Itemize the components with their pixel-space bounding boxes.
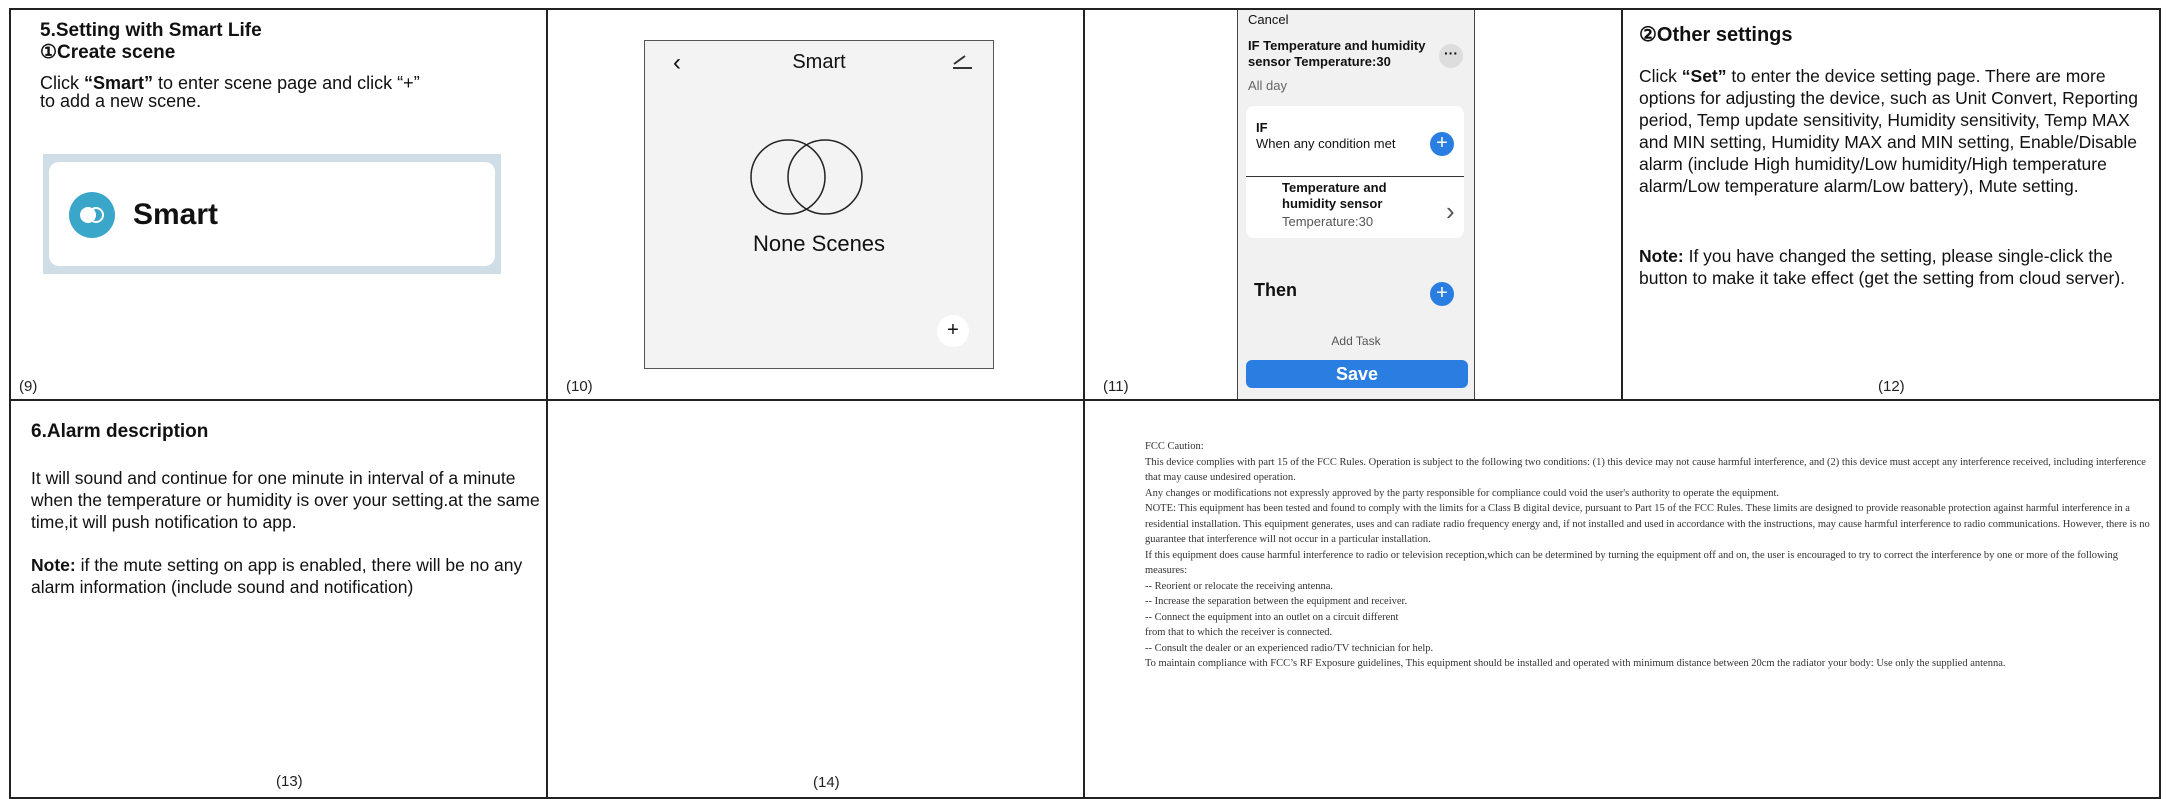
page-number: (13)	[276, 773, 303, 790]
fcc-line: To maintain compliance with FCC’s RF Exp…	[1145, 658, 2006, 669]
fcc-line: -- Connect the equipment into an outlet …	[1145, 611, 1399, 623]
page-number: (10)	[566, 378, 593, 395]
panel-smart-scenes: ‹ Smart None Scenes + (10)	[546, 8, 1085, 401]
fcc-line: from that to which the receiver is conne…	[1145, 627, 1333, 638]
page-number: (12)	[1878, 378, 1905, 395]
add-scene-button[interactable]: +	[937, 315, 969, 347]
page-number: (9)	[19, 378, 38, 395]
add-condition-button[interactable]: +	[1430, 132, 1454, 156]
add-action-button[interactable]: +	[1430, 282, 1454, 306]
panel-scene-editor: Cancel IF Temperature and humidity senso…	[1083, 8, 1623, 401]
smart-tab-button[interactable]: Smart	[49, 162, 495, 266]
instruction-post: to enter scene page and click “+”	[153, 73, 420, 93]
fcc-statement: FCC Caution: This device complies with pa…	[1145, 439, 2150, 672]
panel-alarm-description: 6.Alarm description It will sound and co…	[9, 399, 548, 799]
more-icon[interactable]: ···	[1439, 44, 1463, 68]
settings-bold: “Set”	[1681, 66, 1727, 86]
heading-setting-smart-life: 5.Setting with Smart Life	[40, 20, 262, 41]
instruction-pre: Click	[40, 73, 84, 93]
section-heading: 5.Setting with Smart Life ①Create scene	[40, 20, 262, 64]
fcc-line: -- Increase the separation between the e…	[1145, 596, 1408, 607]
then-label: Then	[1254, 280, 1297, 300]
add-task-hint[interactable]: Add Task	[1238, 334, 1474, 348]
chevron-right-icon[interactable]: ›	[1446, 196, 1455, 227]
fcc-line: -- Consult the dealer or an experienced …	[1145, 642, 1434, 654]
alarm-text: It will sound and continue for one minut…	[31, 468, 540, 532]
note-label: Note:	[1639, 246, 1684, 266]
edit-icon[interactable]	[951, 53, 973, 69]
fcc-line: FCC Caution:	[1145, 441, 1204, 452]
smart-screen: ‹ Smart None Scenes +	[644, 40, 994, 369]
manual-page-grid: 5.Setting with Smart Life ①Create scene …	[9, 8, 2161, 799]
scene-title: IF Temperature and humidity sensor Tempe…	[1248, 38, 1426, 69]
panel-fcc-caution: FCC Caution: This device complies with pa…	[1083, 399, 2161, 799]
smart-tab-label: Smart	[133, 198, 219, 231]
screen-title: Smart	[792, 51, 846, 73]
condition-device-name[interactable]: Temperature and humidity sensor	[1282, 180, 1442, 212]
save-button[interactable]: Save	[1246, 360, 1468, 388]
effective-period[interactable]: All day	[1248, 78, 1287, 93]
instruction-bold: “Smart”	[84, 73, 154, 93]
cancel-button[interactable]: Cancel	[1248, 12, 1288, 27]
fcc-line: NOTE: This equipment has been tested and…	[1145, 503, 2150, 545]
section-heading: ②Other settings	[1639, 24, 1793, 46]
condition-value: Temperature:30	[1282, 214, 1374, 229]
note-text: If you have changed the setting, please …	[1639, 246, 2126, 288]
heading-create-scene: ①Create scene	[40, 42, 176, 63]
condition-mode[interactable]: When any condition met	[1256, 136, 1395, 151]
settings-pre: Click	[1639, 66, 1682, 86]
note-label: Note:	[31, 555, 76, 575]
page-number: (11)	[1103, 378, 1129, 395]
panel-create-scene: 5.Setting with Smart Life ①Create scene …	[9, 8, 548, 401]
fcc-line: This device complies with part 15 of the…	[1145, 456, 2146, 484]
settings-note: Note: If you have changed the setting, p…	[1639, 245, 2151, 289]
empty-state-text: None Scenes	[752, 231, 886, 256]
fcc-line: Any changes or modifications not express…	[1145, 487, 1780, 499]
fcc-line: If this equipment does cause harmful int…	[1145, 549, 2119, 577]
scenes-empty-icon	[750, 139, 863, 215]
instruction-line2: to add a new scene.	[40, 91, 202, 111]
fcc-line: -- Reorient or relocate the receiving an…	[1145, 580, 1334, 592]
note-text: if the mute setting on app is enabled, t…	[31, 555, 523, 597]
page-number: (14)	[813, 774, 840, 791]
alarm-note: Note: if the mute setting on app is enab…	[31, 554, 546, 598]
if-card: IF When any condition met + Temperature …	[1246, 106, 1464, 238]
smart-tab-illustration: Smart	[43, 154, 501, 274]
section-heading: 6.Alarm description	[31, 421, 209, 442]
instruction-text: Click “Smart” to enter scene page and cl…	[40, 74, 510, 110]
settings-description: Click “Set” to enter the device setting …	[1639, 65, 2151, 197]
scene-editor-screen: Cancel IF Temperature and humidity senso…	[1237, 10, 1475, 399]
smart-icon	[69, 192, 115, 238]
panel-blank: (14)	[546, 399, 1085, 799]
if-label: IF	[1256, 120, 1268, 135]
panel-other-settings: ②Other settings Click “Set” to enter the…	[1621, 8, 2161, 401]
divider	[1246, 176, 1464, 177]
